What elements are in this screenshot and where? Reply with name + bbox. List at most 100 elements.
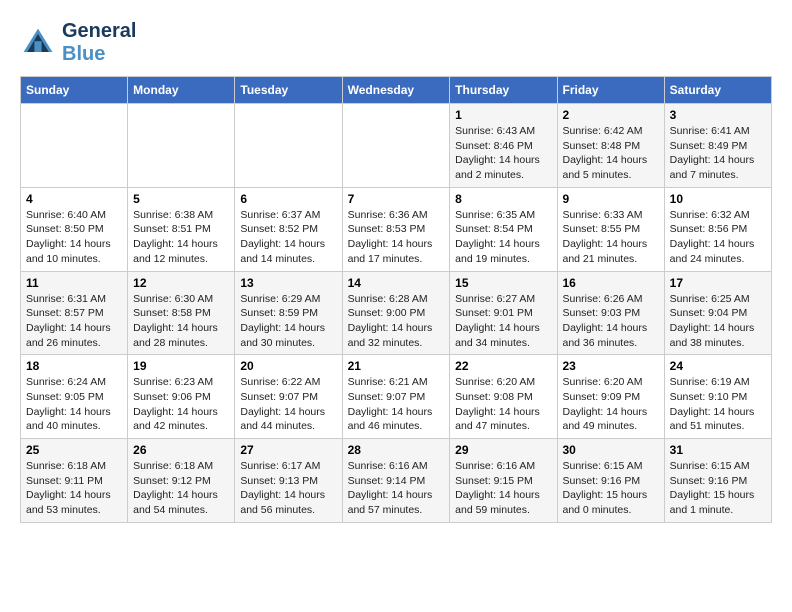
day-info: Sunrise: 6:36 AM Sunset: 8:53 PM Dayligh… xyxy=(348,208,445,267)
day-number: 27 xyxy=(240,443,336,457)
day-info: Sunrise: 6:15 AM Sunset: 9:16 PM Dayligh… xyxy=(670,459,766,518)
week-row-1: 1 Sunrise: 6:43 AM Sunset: 8:46 PM Daylig… xyxy=(21,104,772,188)
calendar-cell: 16Sunrise: 6:26 AM Sunset: 9:03 PM Dayli… xyxy=(557,271,664,355)
week-row-5: 25 Sunrise: 6:18 AM Sunset: 9:11 PM Dayli… xyxy=(21,439,772,523)
day-info: Sunrise: 6:23 AM Sunset: 9:06 PM Dayligh… xyxy=(133,375,229,434)
day-number: 25 xyxy=(26,443,122,457)
day-header-tuesday: Tuesday xyxy=(235,77,342,104)
calendar-cell: 14 Sunrise: 6:28 AM Sunset: 9:00 PM Dayli… xyxy=(342,271,450,355)
day-number: 26 xyxy=(133,443,229,457)
calendar-cell: 31 Sunrise: 6:15 AM Sunset: 9:16 PM Dayli… xyxy=(664,439,771,523)
day-info: Sunrise: 6:40 AM Sunset: 8:50 PM Dayligh… xyxy=(26,208,122,267)
calendar-cell: 17 Sunrise: 6:25 AM Sunset: 9:04 PM Dayli… xyxy=(664,271,771,355)
calendar-cell: 25 Sunrise: 6:18 AM Sunset: 9:11 PM Dayli… xyxy=(21,439,128,523)
day-number: 21 xyxy=(348,359,445,373)
day-info: Sunrise: 6:38 AM Sunset: 8:51 PM Dayligh… xyxy=(133,208,229,267)
calendar-cell xyxy=(342,104,450,188)
day-info: Sunrise: 6:30 AM Sunset: 8:58 PM Dayligh… xyxy=(133,292,229,351)
day-number: 9 xyxy=(563,192,659,206)
calendar-cell: 7 Sunrise: 6:36 AM Sunset: 8:53 PM Daylig… xyxy=(342,187,450,271)
day-info: Sunrise: 6:18 AM Sunset: 9:12 PM Dayligh… xyxy=(133,459,229,518)
calendar-body: 1 Sunrise: 6:43 AM Sunset: 8:46 PM Daylig… xyxy=(21,104,772,523)
day-info: Sunrise: 6:25 AM Sunset: 9:04 PM Dayligh… xyxy=(670,292,766,351)
day-info: Sunrise: 6:43 AM Sunset: 8:46 PM Dayligh… xyxy=(455,124,551,183)
day-info: Sunrise: 6:41 AM Sunset: 8:49 PM Dayligh… xyxy=(670,124,766,183)
day-info: Sunrise: 6:29 AM Sunset: 8:59 PM Dayligh… xyxy=(240,292,336,351)
calendar-cell: 11 Sunrise: 6:31 AM Sunset: 8:57 PM Dayli… xyxy=(21,271,128,355)
calendar-cell: 13Sunrise: 6:29 AM Sunset: 8:59 PM Dayli… xyxy=(235,271,342,355)
day-header-sunday: Sunday xyxy=(21,77,128,104)
day-number: 24 xyxy=(670,359,766,373)
day-number: 19 xyxy=(133,359,229,373)
day-info: Sunrise: 6:18 AM Sunset: 9:11 PM Dayligh… xyxy=(26,459,122,518)
day-info: Sunrise: 6:21 AM Sunset: 9:07 PM Dayligh… xyxy=(348,375,445,434)
day-number: 11 xyxy=(26,276,122,290)
day-info: Sunrise: 6:16 AM Sunset: 9:14 PM Dayligh… xyxy=(348,459,445,518)
day-info: Sunrise: 6:35 AM Sunset: 8:54 PM Dayligh… xyxy=(455,208,551,267)
day-number: 28 xyxy=(348,443,445,457)
day-number: 7 xyxy=(348,192,445,206)
day-number: 4 xyxy=(26,192,122,206)
day-number: 10 xyxy=(670,192,766,206)
calendar-cell: 6 Sunrise: 6:37 AM Sunset: 8:52 PM Daylig… xyxy=(235,187,342,271)
day-number: 5 xyxy=(133,192,229,206)
day-info: Sunrise: 6:16 AM Sunset: 9:15 PM Dayligh… xyxy=(455,459,551,518)
day-info: Sunrise: 6:19 AM Sunset: 9:10 PM Dayligh… xyxy=(670,375,766,434)
day-info: Sunrise: 6:37 AM Sunset: 8:52 PM Dayligh… xyxy=(240,208,336,267)
day-number: 23 xyxy=(563,359,659,373)
calendar-cell xyxy=(235,104,342,188)
day-info: Sunrise: 6:26 AM Sunset: 9:03 PM Dayligh… xyxy=(563,292,659,351)
day-info: Sunrise: 6:31 AM Sunset: 8:57 PM Dayligh… xyxy=(26,292,122,351)
week-row-2: 4 Sunrise: 6:40 AM Sunset: 8:50 PM Daylig… xyxy=(21,187,772,271)
day-info: Sunrise: 6:20 AM Sunset: 9:09 PM Dayligh… xyxy=(563,375,659,434)
day-info: Sunrise: 6:32 AM Sunset: 8:56 PM Dayligh… xyxy=(670,208,766,267)
calendar-cell: 12Sunrise: 6:30 AM Sunset: 8:58 PM Dayli… xyxy=(128,271,235,355)
calendar-cell: 21 Sunrise: 6:21 AM Sunset: 9:07 PM Dayli… xyxy=(342,355,450,439)
day-header-friday: Friday xyxy=(557,77,664,104)
day-number: 14 xyxy=(348,276,445,290)
day-number: 17 xyxy=(670,276,766,290)
day-number: 18 xyxy=(26,359,122,373)
calendar-cell: 28 Sunrise: 6:16 AM Sunset: 9:14 PM Dayli… xyxy=(342,439,450,523)
days-header-row: SundayMondayTuesdayWednesdayThursdayFrid… xyxy=(21,77,772,104)
calendar-cell: 27Sunrise: 6:17 AM Sunset: 9:13 PM Dayli… xyxy=(235,439,342,523)
logo: General Blue xyxy=(20,20,136,66)
day-number: 1 xyxy=(455,108,551,122)
calendar-cell: 18 Sunrise: 6:24 AM Sunset: 9:05 PM Dayli… xyxy=(21,355,128,439)
week-row-4: 18 Sunrise: 6:24 AM Sunset: 9:05 PM Dayli… xyxy=(21,355,772,439)
day-number: 22 xyxy=(455,359,551,373)
day-header-saturday: Saturday xyxy=(664,77,771,104)
logo-icon xyxy=(20,25,56,61)
logo-text: General Blue xyxy=(62,20,136,66)
day-info: Sunrise: 6:28 AM Sunset: 9:00 PM Dayligh… xyxy=(348,292,445,351)
day-number: 15 xyxy=(455,276,551,290)
calendar-cell: 23 Sunrise: 6:20 AM Sunset: 9:09 PM Dayli… xyxy=(557,355,664,439)
calendar-cell: 24 Sunrise: 6:19 AM Sunset: 9:10 PM Dayli… xyxy=(664,355,771,439)
calendar-cell: 20Sunrise: 6:22 AM Sunset: 9:07 PM Dayli… xyxy=(235,355,342,439)
calendar-table: SundayMondayTuesdayWednesdayThursdayFrid… xyxy=(20,76,772,523)
calendar-cell xyxy=(21,104,128,188)
week-row-3: 11 Sunrise: 6:31 AM Sunset: 8:57 PM Dayli… xyxy=(21,271,772,355)
day-info: Sunrise: 6:24 AM Sunset: 9:05 PM Dayligh… xyxy=(26,375,122,434)
day-number: 20 xyxy=(240,359,336,373)
day-info: Sunrise: 6:42 AM Sunset: 8:48 PM Dayligh… xyxy=(563,124,659,183)
calendar-cell: 5 Sunrise: 6:38 AM Sunset: 8:51 PM Daylig… xyxy=(128,187,235,271)
day-number: 31 xyxy=(670,443,766,457)
day-number: 3 xyxy=(670,108,766,122)
day-number: 2 xyxy=(563,108,659,122)
calendar-cell: 9Sunrise: 6:33 AM Sunset: 8:55 PM Daylig… xyxy=(557,187,664,271)
calendar-cell: 15Sunrise: 6:27 AM Sunset: 9:01 PM Dayli… xyxy=(450,271,557,355)
calendar-cell: 2 Sunrise: 6:42 AM Sunset: 8:48 PM Daylig… xyxy=(557,104,664,188)
calendar-cell: 10 Sunrise: 6:32 AM Sunset: 8:56 PM Dayli… xyxy=(664,187,771,271)
calendar-cell xyxy=(128,104,235,188)
calendar-cell: 30Sunrise: 6:15 AM Sunset: 9:16 PM Dayli… xyxy=(557,439,664,523)
day-number: 8 xyxy=(455,192,551,206)
day-number: 30 xyxy=(563,443,659,457)
day-header-wednesday: Wednesday xyxy=(342,77,450,104)
day-number: 6 xyxy=(240,192,336,206)
calendar-cell: 3 Sunrise: 6:41 AM Sunset: 8:49 PM Daylig… xyxy=(664,104,771,188)
day-number: 29 xyxy=(455,443,551,457)
calendar-cell: 8 Sunrise: 6:35 AM Sunset: 8:54 PM Daylig… xyxy=(450,187,557,271)
day-info: Sunrise: 6:20 AM Sunset: 9:08 PM Dayligh… xyxy=(455,375,551,434)
calendar-cell: 22 Sunrise: 6:20 AM Sunset: 9:08 PM Dayli… xyxy=(450,355,557,439)
